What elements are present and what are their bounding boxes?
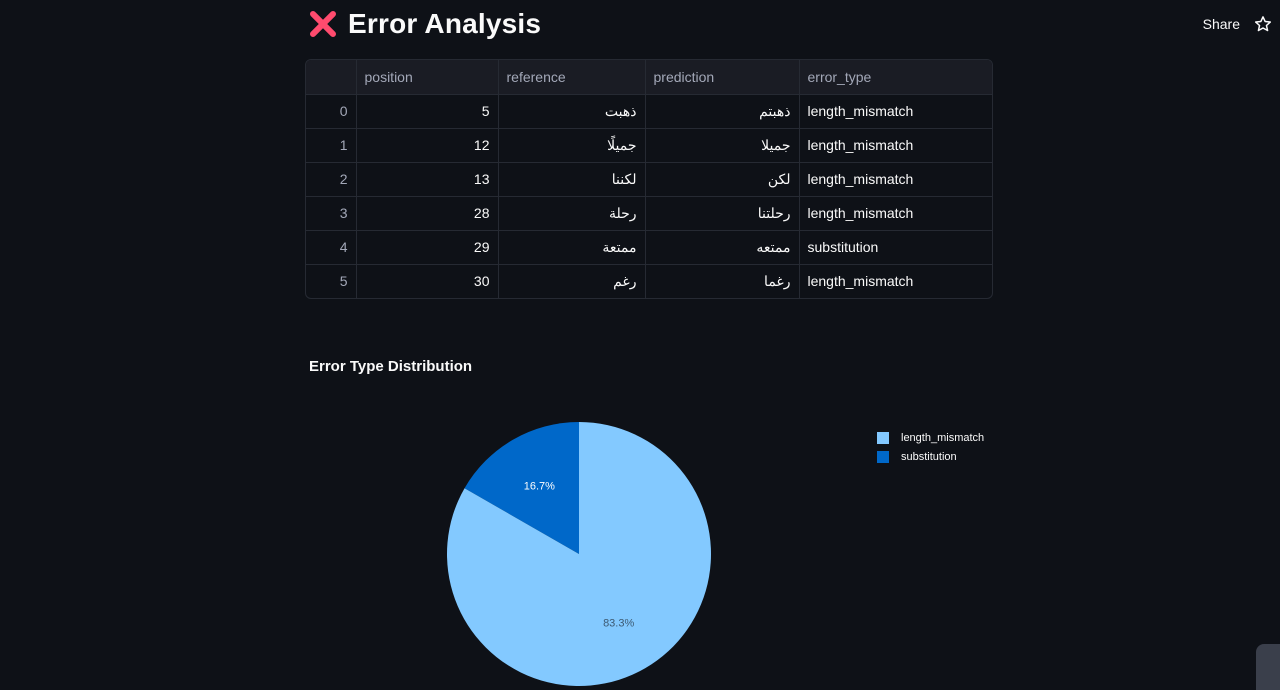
pie-chart[interactable]: 16.7% 83.3% bbox=[305, 380, 865, 690]
cell-error-type[interactable]: length_mismatch bbox=[799, 94, 992, 129]
cell-prediction[interactable]: رحلتنا bbox=[645, 196, 800, 231]
table-row: 5 30 رغم رغما length_mismatch bbox=[306, 264, 992, 298]
legend-item-length-mismatch[interactable]: length_mismatch bbox=[877, 428, 984, 447]
table-row: 2 13 لكننا لكن length_mismatch bbox=[306, 162, 992, 197]
cell-error-type[interactable]: length_mismatch bbox=[799, 162, 992, 197]
table-row: 3 28 رحلة رحلتنا length_mismatch bbox=[306, 196, 992, 231]
cell-position[interactable]: 28 bbox=[356, 196, 499, 231]
legend-swatch bbox=[877, 450, 889, 463]
cell-prediction[interactable]: لكن bbox=[645, 162, 800, 197]
cell-index[interactable]: 0 bbox=[306, 94, 357, 129]
cell-reference[interactable]: ذهبت bbox=[498, 94, 646, 129]
cell-index[interactable]: 1 bbox=[306, 128, 357, 163]
star-icon[interactable] bbox=[1254, 15, 1272, 33]
cell-reference[interactable]: لكننا bbox=[498, 162, 646, 197]
cell-error-type[interactable]: length_mismatch bbox=[799, 264, 992, 298]
column-header-index[interactable] bbox=[306, 60, 357, 95]
chart-title: Error Type Distribution bbox=[309, 358, 473, 375]
legend-item-substitution[interactable]: substitution bbox=[877, 447, 984, 466]
pie-label-substitution: 16.7% bbox=[524, 480, 555, 492]
cell-position[interactable]: 30 bbox=[356, 264, 499, 298]
pie-label-length-mismatch: 83.3% bbox=[603, 618, 634, 630]
share-button[interactable]: Share bbox=[1203, 16, 1240, 32]
column-header-prediction[interactable]: prediction bbox=[645, 60, 800, 95]
cell-index[interactable]: 2 bbox=[306, 162, 357, 197]
cell-prediction[interactable]: ذهبتم bbox=[645, 94, 800, 129]
cell-index[interactable]: 5 bbox=[306, 264, 357, 298]
cell-position[interactable]: 29 bbox=[356, 230, 499, 265]
cell-prediction[interactable]: جميلا bbox=[645, 128, 800, 163]
cell-prediction[interactable]: رغما bbox=[645, 264, 800, 298]
page-title: Error Analysis bbox=[308, 8, 541, 40]
cell-position[interactable]: 13 bbox=[356, 162, 499, 197]
cell-error-type[interactable]: substitution bbox=[799, 230, 992, 265]
legend-label: substitution bbox=[901, 450, 957, 463]
page-title-text: Error Analysis bbox=[348, 8, 542, 39]
table-row: 0 5 ذهبت ذهبتم length_mismatch bbox=[306, 94, 992, 129]
table-row: 4 29 ممتعة ممتعه substitution bbox=[306, 230, 992, 265]
app-header: Share bbox=[1203, 0, 1280, 48]
table-row: 1 12 جميلًا جميلا length_mismatch bbox=[306, 128, 992, 163]
cell-reference[interactable]: رحلة bbox=[498, 196, 646, 231]
cell-reference[interactable]: رغم bbox=[498, 264, 646, 298]
table-header-row: position reference prediction error_type bbox=[306, 60, 992, 95]
cell-position[interactable]: 12 bbox=[356, 128, 499, 163]
cell-index[interactable]: 4 bbox=[306, 230, 357, 265]
cell-index[interactable]: 3 bbox=[306, 196, 357, 231]
legend-label: length_mismatch bbox=[901, 431, 985, 444]
column-header-position[interactable]: position bbox=[356, 60, 499, 95]
cell-position[interactable]: 5 bbox=[356, 94, 499, 129]
column-header-reference[interactable]: reference bbox=[498, 60, 646, 95]
cross-mark-icon bbox=[308, 9, 338, 39]
side-panel-handle[interactable] bbox=[1256, 644, 1280, 690]
column-header-error-type[interactable]: error_type bbox=[799, 60, 992, 95]
legend-swatch bbox=[877, 431, 889, 444]
error-table[interactable]: position reference prediction error_type… bbox=[305, 59, 993, 299]
cell-prediction[interactable]: ممتعه bbox=[645, 230, 800, 265]
cell-reference[interactable]: جميلًا bbox=[498, 128, 646, 163]
chart-legend: length_mismatch substitution bbox=[877, 428, 984, 466]
cell-reference[interactable]: ممتعة bbox=[498, 230, 646, 265]
cell-error-type[interactable]: length_mismatch bbox=[799, 196, 992, 231]
cell-error-type[interactable]: length_mismatch bbox=[799, 128, 992, 163]
